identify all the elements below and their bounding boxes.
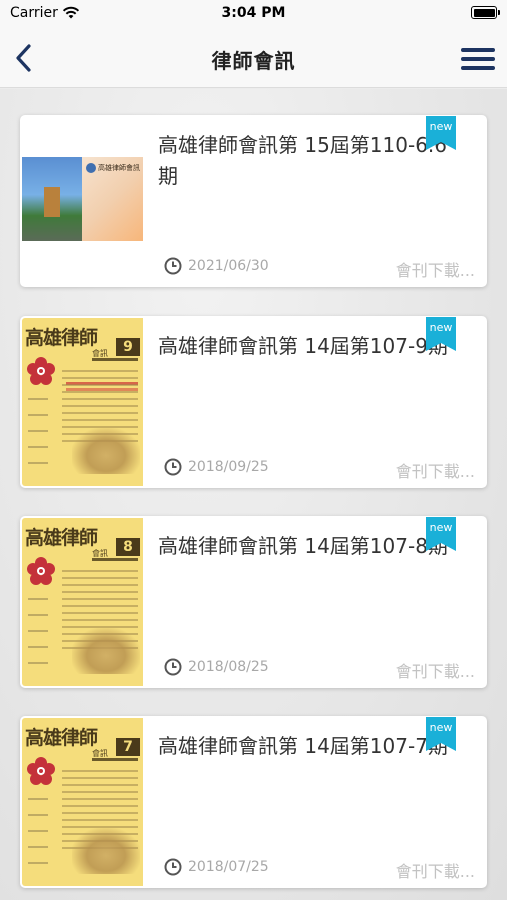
clock-icon	[164, 858, 182, 876]
download-link[interactable]: 會刊下載...	[396, 458, 475, 482]
issue-list[interactable]: 高雄律師會訊 高雄律師會訊第 15屆第110-6.6期 new 2021/06/…	[0, 89, 507, 900]
issue-card[interactable]: 高雄律師 會訊 7 高雄律師會訊第 14屆第107-7期 new 2018/07…	[20, 716, 487, 888]
issue-card[interactable]: 高雄律師會訊 高雄律師會訊第 15屆第110-6.6期 new 2021/06/…	[20, 115, 487, 287]
clock-icon	[164, 458, 182, 476]
download-link[interactable]: 會刊下載...	[396, 858, 475, 882]
battery-icon	[471, 6, 500, 19]
issue-title: 高雄律師會訊第 15屆第110-6.6期	[158, 133, 448, 188]
issue-cover-image: 高雄律師 會訊 8	[22, 518, 143, 686]
issue-card[interactable]: 高雄律師 會訊 8 高雄律師會訊第 14屆第107-8期 new 2018/08…	[20, 516, 487, 688]
clock-icon	[164, 658, 182, 676]
hamburger-menu-icon	[461, 48, 495, 52]
status-time: 3:04 PM	[221, 5, 286, 21]
issue-cover-image: 高雄律師 會訊 7	[22, 718, 143, 886]
download-link[interactable]: 會刊下載...	[396, 257, 475, 281]
plum-blossom-icon	[27, 557, 55, 585]
plum-blossom-icon	[27, 357, 55, 385]
new-badge: new	[426, 317, 456, 351]
navigation-bar: 律師會訊	[0, 28, 507, 88]
page-title: 律師會訊	[211, 49, 296, 73]
issue-title: 高雄律師會訊第 14屆第107-8期	[158, 534, 448, 558]
clock-icon	[164, 257, 182, 275]
issue-title: 高雄律師會訊第 14屆第107-9期	[158, 334, 448, 358]
menu-button[interactable]	[461, 48, 495, 72]
new-badge: new	[426, 717, 456, 751]
issue-cover-image: 高雄律師會訊	[22, 117, 143, 285]
plum-blossom-icon	[27, 757, 55, 785]
download-link[interactable]: 會刊下載...	[396, 658, 475, 682]
issue-cover-image: 高雄律師 會訊 9	[22, 318, 143, 486]
status-bar: Carrier 3:04 PM	[0, 0, 507, 28]
new-badge: new	[426, 116, 456, 150]
issue-card[interactable]: 高雄律師 會訊 9 高雄律師會訊第 14屆第107-9期 new 2018/09…	[20, 316, 487, 488]
issue-title: 高雄律師會訊第 14屆第107-7期	[158, 734, 448, 758]
new-badge: new	[426, 517, 456, 551]
